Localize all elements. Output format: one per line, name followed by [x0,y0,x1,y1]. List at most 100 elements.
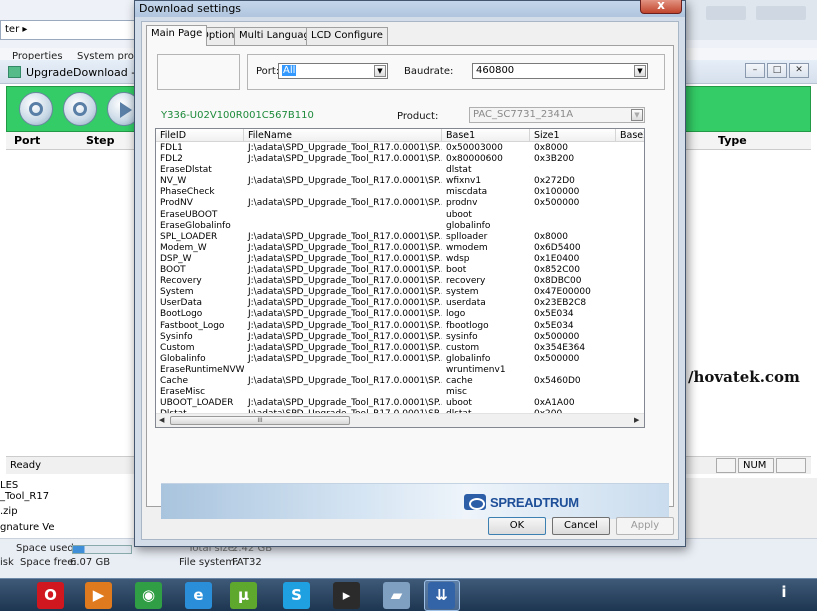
file-row[interactable]: SPL_LOADER J:\adata\SPD_Upgrade_Tool_R17.… [156,232,644,243]
file-size1-cell: 0x1E0400 [534,253,580,264]
file-item[interactable]: LES [0,480,18,491]
file-row[interactable]: Modem_W J:\adata\SPD_Upgrade_Tool_R17.0.0… [156,243,644,254]
file-system-label: File system: [179,557,239,568]
chevron-down-icon: ▼ [631,109,643,121]
file-row[interactable]: NV_W J:\adata\SPD_Upgrade_Tool_R17.0.0001… [156,176,644,187]
file-row[interactable]: Recovery J:\adata\SPD_Upgrade_Tool_R17.0.… [156,276,644,287]
file-name-cell: J:\adata\SPD_Upgrade_Tool_R17.0.0001\SP.… [248,276,442,287]
column-fileid[interactable]: FileID [156,129,244,142]
status-cell-empty [716,458,736,473]
file-row[interactable]: PhaseCheck miscdata 0x100000 [156,187,644,198]
apply-button[interactable]: Apply [616,517,674,535]
product-value: PAC_SC7731_2341A [473,109,574,120]
internet-explorer-icon[interactable]: e [185,582,212,609]
column-base2[interactable]: Base2 [616,129,644,142]
file-row[interactable]: EraseDlstat dlstat [156,165,644,176]
column-filename[interactable]: FileName [244,129,442,142]
file-item[interactable]: gnature Ve [0,522,55,533]
file-row[interactable]: EraseUBOOT uboot [156,210,644,221]
file-base1-cell: wfixnv1 [446,176,482,187]
horizontal-scrollbar[interactable]: ◀ III ▶ [156,413,644,427]
product-label: Product: [397,111,439,122]
status-ready: Ready [10,460,42,471]
file-row[interactable]: EraseGlobalinfo globalinfo [156,221,644,232]
scroll-left-icon[interactable]: ◀ [159,416,164,424]
column-size1[interactable]: Size1 [530,129,616,142]
gear-icon [29,102,43,116]
file-item[interactable]: _Tool_R17 [0,491,49,502]
file-id-cell: ProdNV [160,198,193,209]
file-list-rows: FDL1 J:\adata\SPD_Upgrade_Tool_R17.0.0001… [156,143,644,420]
file-row[interactable]: System J:\adata\SPD_Upgrade_Tool_R17.0.00… [156,287,644,298]
file-row[interactable]: FDL2 J:\adata\SPD_Upgrade_Tool_R17.0.0001… [156,154,644,165]
baudrate-select[interactable]: 460800 ▼ [472,63,648,79]
tray-info-icon[interactable]: i [774,583,794,605]
minimize-button[interactable]: – [745,63,765,78]
file-size1-cell: 0x23EB2C8 [534,298,587,309]
file-id-cell: Cache [160,375,188,386]
file-id-cell: UBOOT_LOADER [160,398,234,409]
file-id-cell: EraseMisc [160,387,206,398]
file-row[interactable]: Custom J:\adata\SPD_Upgrade_Tool_R17.0.00… [156,343,644,354]
file-row[interactable]: ProdNV J:\adata\SPD_Upgrade_Tool_R17.0.00… [156,198,644,209]
port-value: All [282,65,297,76]
cancel-button[interactable]: Cancel [552,517,610,535]
chevron-down-icon[interactable]: ▼ [634,65,646,77]
column-port[interactable]: Port [14,134,40,147]
chevron-down-icon[interactable]: ▼ [374,65,386,77]
dialog-close-button[interactable]: x [640,0,682,14]
load-packet-button[interactable] [19,92,53,126]
file-row[interactable]: FDL1 J:\adata\SPD_Upgrade_Tool_R17.0.0001… [156,143,644,154]
utorrent-icon[interactable]: µ [230,582,257,609]
address-bar[interactable]: ter ▸ [0,20,140,40]
file-item[interactable]: .zip [0,506,18,517]
window-app-icon[interactable]: ▰ [383,582,410,609]
file-row[interactable]: BootLogo J:\adata\SPD_Upgrade_Tool_R17.0.… [156,309,644,320]
file-row[interactable]: BOOT J:\adata\SPD_Upgrade_Tool_R17.0.0001… [156,265,644,276]
close-button[interactable]: ✕ [789,63,809,78]
chrome-icon[interactable]: ◉ [135,582,162,609]
tab-lcd-configure[interactable]: LCD Configure [306,27,388,45]
space-free-value: 6.07 GB [70,557,111,568]
file-base1-cell: logo [446,309,466,320]
port-groupbox: Port: All ▼ Baudrate: 460800 ▼ [247,54,665,90]
file-base1-cell: globalinfo [446,220,491,231]
file-row[interactable]: Sysinfo J:\adata\SPD_Upgrade_Tool_R17.0.0… [156,332,644,343]
column-type[interactable]: Type [718,134,747,147]
file-base1-cell: dlstat [446,165,472,176]
scroll-right-icon[interactable]: ▶ [634,416,639,424]
port-select[interactable]: All ▼ [278,63,388,79]
maximize-button[interactable]: □ [767,63,787,78]
file-row[interactable]: EraseMisc misc [156,387,644,398]
skype-icon[interactable]: S [283,582,310,609]
dialog-title: Download settings [139,2,242,15]
file-id-cell: Globalinfo [160,353,206,364]
settings-button[interactable] [63,92,97,126]
file-id-cell: EraseDlstat [160,165,212,176]
file-id-cell: FDL1 [160,143,183,153]
file-base1-cell: system [446,287,479,298]
file-row[interactable]: UBOOT_LOADER J:\adata\SPD_Upgrade_Tool_R1… [156,398,644,409]
file-system-value: FAT32 [232,557,262,568]
file-name-cell: J:\adata\SPD_Upgrade_Tool_R17.0.0001\SP.… [248,154,442,165]
upgrade-tool-icon[interactable]: ⇊ [428,582,455,609]
file-base1-cell: splloader [446,231,488,242]
file-name-cell: J:\adata\SPD_Upgrade_Tool_R17.0.0001\SP.… [248,398,442,409]
file-row[interactable]: Globalinfo J:\adata\SPD_Upgrade_Tool_R17.… [156,354,644,365]
file-row[interactable]: Cache J:\adata\SPD_Upgrade_Tool_R17.0.000… [156,376,644,387]
status-num: NUM [738,458,774,473]
file-row[interactable]: EraseRuntimeNVW wruntimenv1 [156,365,644,376]
file-row[interactable]: Fastboot_Logo J:\adata\SPD_Upgrade_Tool_R… [156,321,644,332]
opera-icon[interactable]: O [37,582,64,609]
column-base1[interactable]: Base1 [442,129,530,142]
tab-main-page[interactable]: Main Page [146,25,208,46]
media-player-icon[interactable]: ▶ [85,582,112,609]
ok-button[interactable]: OK [488,517,546,535]
download-settings-dialog: Download settings x Main Page Options Mu… [134,0,686,547]
file-row[interactable]: UserData J:\adata\SPD_Upgrade_Tool_R17.0.… [156,298,644,309]
scroll-thumb[interactable]: III [170,416,350,425]
media-app-icon[interactable]: ▸ [333,582,360,609]
file-size1-cell: 0x500000 [534,198,580,209]
column-step[interactable]: Step [86,134,115,147]
file-row[interactable]: DSP_W J:\adata\SPD_Upgrade_Tool_R17.0.000… [156,254,644,265]
